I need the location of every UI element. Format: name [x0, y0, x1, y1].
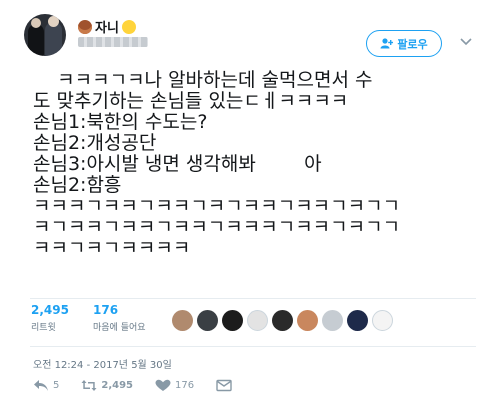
- tweet-actions: 5 2,495 176: [33, 377, 254, 393]
- liker-avatar[interactable]: [247, 310, 268, 331]
- liker-avatar[interactable]: [222, 310, 243, 331]
- tweet-line: 손님2:함흥: [33, 174, 122, 196]
- reply-count: 5: [53, 379, 60, 391]
- tweet-line: 도 맞추기하는 손님들 있는ㄷㅔㅋㅋㅋㅋ: [33, 90, 349, 112]
- avatar-head-right: [48, 16, 59, 27]
- reply-icon: [34, 379, 48, 391]
- retweet-count: 2,495: [101, 379, 134, 391]
- avatar-head-left: [31, 18, 41, 28]
- avatar-person-left: [28, 24, 44, 56]
- liker-avatar[interactable]: [272, 310, 293, 331]
- liker-avatar[interactable]: [172, 310, 193, 331]
- add-user-icon: [380, 38, 394, 49]
- display-name[interactable]: 자니: [95, 17, 119, 36]
- envelope-icon: [216, 379, 232, 391]
- chick-icon: [121, 19, 136, 34]
- liker-avatar[interactable]: [347, 310, 368, 331]
- divider: [30, 346, 476, 347]
- like-stat[interactable]: 176 마음에 들어요: [93, 303, 146, 333]
- like-stat-count: 176: [93, 303, 119, 317]
- liker-avatar[interactable]: [197, 310, 218, 331]
- retweet-stat-count: 2,495: [31, 303, 69, 317]
- retweet-button[interactable]: 2,495: [81, 379, 133, 392]
- direct-message-button[interactable]: [216, 379, 232, 392]
- retweet-stat-label: 리트윗: [31, 323, 56, 333]
- tweet-line: 손님3:아시발 냉면 생각해봐 아: [33, 153, 322, 175]
- tweet-text: ㅋㅋㅋㄱㅋ나 알바하는데 술먹으면서 수도 맞추기하는 손님들 있는ㄷㅔㅋㅋㅋㅋ…: [33, 70, 493, 259]
- tweet-line: ㅋㅋㅋㄱㅋ나 알바하는데 술먹으면서 수: [33, 69, 373, 91]
- bear-face-icon: [78, 19, 92, 34]
- follow-button-label: 팔로우: [397, 37, 428, 51]
- tweet-line: ㅋㅋㅋㄱㅋㅋㄱㅋㅋㄱㅋㄱㅋㅋㄱㅋㅋㄱㅋㄱㄱ: [33, 195, 401, 217]
- retweet-icon: [81, 379, 97, 391]
- liker-avatar[interactable]: [322, 310, 343, 331]
- reply-button[interactable]: 5: [33, 379, 59, 392]
- tweet-header: 자니 팔로우: [0, 0, 500, 62]
- divider: [30, 298, 476, 299]
- like-button[interactable]: 176: [155, 379, 194, 392]
- tweet-line: ㅋㄱㅋㅋㄱㅋㅋㄱㅋㅋㄱㅋㅋㅋㄱㅋㅋㄱㅋㄱㄱ: [33, 216, 401, 238]
- tweet-line: ㅋㅋㄱㅋㄱㅋㅋㅋㅋ: [33, 237, 191, 259]
- avatar-person-right: [45, 22, 62, 56]
- liker-avatar[interactable]: [297, 310, 318, 331]
- chevron-down-icon[interactable]: [460, 36, 474, 46]
- heart-icon: [155, 379, 171, 391]
- like-count: 176: [175, 379, 195, 391]
- display-name-row[interactable]: 자니: [78, 17, 136, 36]
- avatar[interactable]: [24, 14, 66, 56]
- liker-avatar[interactable]: [372, 310, 393, 331]
- likers-avatars: [172, 310, 393, 331]
- tweet-line: 손님2:개성공단: [33, 132, 157, 154]
- tweet-timestamp: 오전 12:24 - 2017년 5월 30일: [33, 360, 172, 371]
- user-handle-blurred: [78, 37, 148, 47]
- retweet-stat[interactable]: 2,495 리트윗: [31, 303, 69, 333]
- tweet-line: 손님1:북한의 수도는?: [33, 111, 208, 133]
- follow-button[interactable]: 팔로우: [366, 30, 442, 57]
- like-stat-label: 마음에 들어요: [93, 323, 146, 333]
